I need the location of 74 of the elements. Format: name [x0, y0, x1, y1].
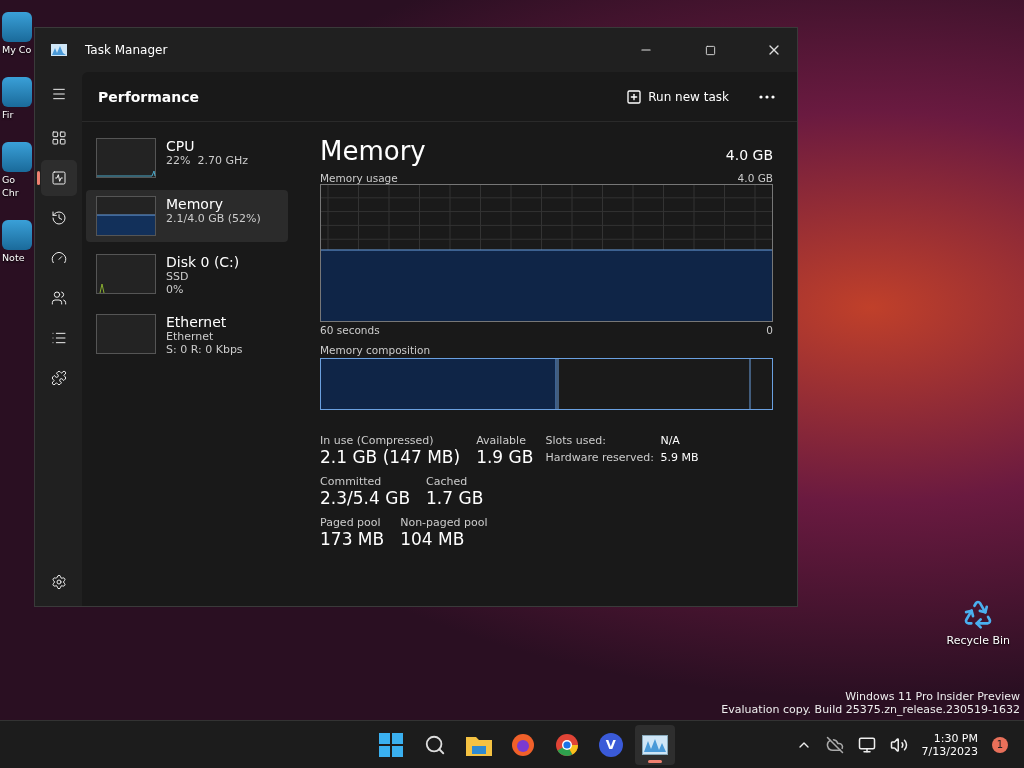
stat-label: In use (Compressed)	[320, 434, 435, 447]
mini-graph-drawing	[96, 196, 156, 236]
stat-value: 1.7 GB	[426, 488, 484, 508]
stat-label: Available	[476, 434, 527, 447]
taskbar-app-button[interactable]: V	[590, 724, 631, 765]
mini-graph-drawing	[96, 314, 156, 354]
app-chart-icon	[51, 44, 67, 56]
axis-end-label: 0	[766, 324, 773, 336]
desktop-icon-label[interactable]: Go	[2, 174, 16, 185]
stat-label: Cached	[426, 475, 469, 488]
detail-title: Memory	[320, 136, 426, 166]
search-icon	[423, 733, 446, 756]
nav-button[interactable]	[40, 160, 77, 196]
desktop-icon-label[interactable]: Chr	[2, 187, 19, 198]
windows-logo-icon	[378, 732, 403, 757]
desktop-shortcut-icon[interactable]	[2, 142, 32, 172]
settings-icon	[50, 574, 67, 590]
mini-graph-drawing	[96, 254, 156, 294]
clock-date[interactable]: 7/13/2023	[921, 744, 978, 758]
desktop-shortcut-icon[interactable]	[2, 77, 32, 107]
letter-app-icon: V	[598, 732, 623, 757]
desktop-shortcut-icon[interactable]	[2, 12, 32, 42]
info-label: Hardware reserved:	[545, 451, 656, 464]
watermark-text: Evaluation copy. Build 25375.zn_release.230519-1632	[721, 703, 1020, 716]
taskbar-app-button[interactable]	[634, 724, 675, 765]
services-icon	[50, 370, 67, 386]
run-new-task-button[interactable]: Run new task	[620, 87, 735, 106]
graph-label: Memory usage	[320, 172, 398, 184]
maximize-icon	[704, 44, 716, 56]
history-icon	[50, 210, 67, 226]
desktop-icon-label[interactable]: My Co	[2, 44, 32, 55]
more-icon	[759, 94, 775, 99]
chart-monitor-icon	[641, 734, 668, 755]
composition-label: Memory composition	[320, 344, 431, 356]
cloud-off-icon[interactable]	[825, 735, 844, 754]
users-icon	[50, 290, 67, 306]
stat-value: 173 MB	[320, 529, 385, 549]
device-list-item[interactable]: Ethernet Ethernet S: 0 R: 0 Kbps	[86, 308, 288, 362]
total-memory: 4.0 GB	[725, 147, 773, 163]
stat-label: Non-paged pool	[400, 516, 488, 529]
graph-max-label: 4.0 GB	[737, 172, 773, 184]
notification-badge[interactable]: 1	[992, 736, 1008, 753]
desktop-icon-label[interactable]: Fir	[2, 109, 14, 120]
info-label: Slots used:	[545, 434, 607, 447]
window-title: Task Manager	[85, 43, 169, 57]
device-list-item[interactable]: CPU 22% 2.70 GHz	[86, 132, 288, 184]
plus-square-icon	[626, 88, 643, 105]
details-icon	[50, 330, 67, 346]
performance-icon	[50, 170, 67, 186]
stat-label: Paged pool	[320, 516, 382, 529]
menu-icon	[50, 86, 67, 102]
stat-value: 2.3/5.4 GB	[320, 488, 411, 508]
page-title: Performance	[98, 88, 201, 105]
device-list-item[interactable]: Disk 0 (C:) SSD 0%	[86, 248, 288, 302]
stat-label: Committed	[320, 475, 383, 488]
desktop-icon-label[interactable]: Note	[2, 252, 25, 263]
info-value: 5.9 MB	[660, 451, 699, 464]
stat-value: 1.9 GB	[476, 447, 534, 467]
watermark-text: Windows 11 Pro Insider Preview	[845, 690, 1020, 703]
stat-value: 2.1 GB (147 MB)	[320, 447, 461, 467]
stat-value: 104 MB	[400, 529, 466, 549]
chrome-icon	[554, 732, 579, 757]
mini-graph-drawing	[96, 138, 156, 178]
processes-icon	[50, 130, 67, 146]
network-icon[interactable]	[857, 735, 876, 754]
startup-icon	[50, 250, 67, 266]
clock-time[interactable]: 1:30 PM	[933, 731, 978, 745]
device-list-item[interactable]: Memory 2.1/4.0 GB (52%)	[86, 190, 288, 242]
time-axis-label: 60 seconds	[320, 324, 380, 336]
fox-globe-icon	[510, 732, 535, 757]
info-value: N/A	[660, 434, 681, 447]
volume-icon[interactable]	[889, 735, 908, 754]
desktop-shortcut-icon[interactable]	[2, 220, 32, 250]
desktop-icon-label[interactable]: Recycle Bin	[946, 634, 1010, 647]
